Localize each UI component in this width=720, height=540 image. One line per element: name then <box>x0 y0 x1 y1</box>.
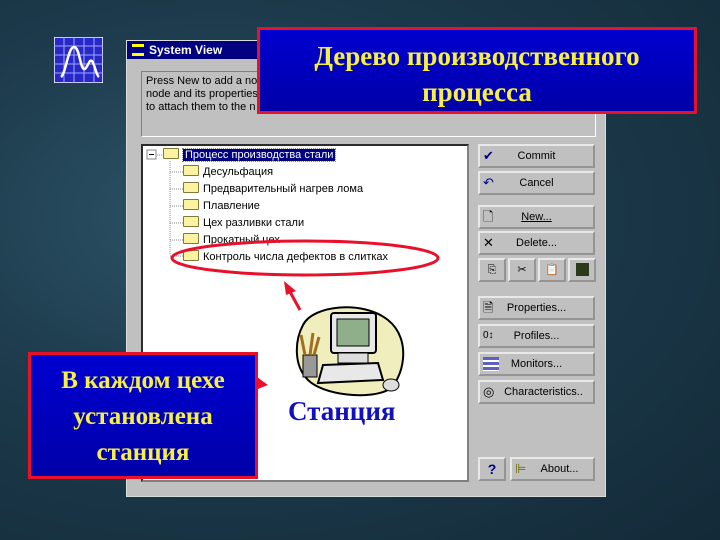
callout-text: Дерево производственного процесса <box>314 41 640 107</box>
callout-text: В каждом цехе установлена станция <box>61 367 225 466</box>
computer-station-icon <box>295 306 405 397</box>
highlight-ellipse <box>170 239 440 277</box>
station-label: Станция <box>288 396 396 426</box>
red-arrow-icon <box>284 281 302 311</box>
tree-callout: Дерево производственного процесса <box>257 27 697 114</box>
station-callout: В каждом цехе установлена станция <box>28 352 258 479</box>
